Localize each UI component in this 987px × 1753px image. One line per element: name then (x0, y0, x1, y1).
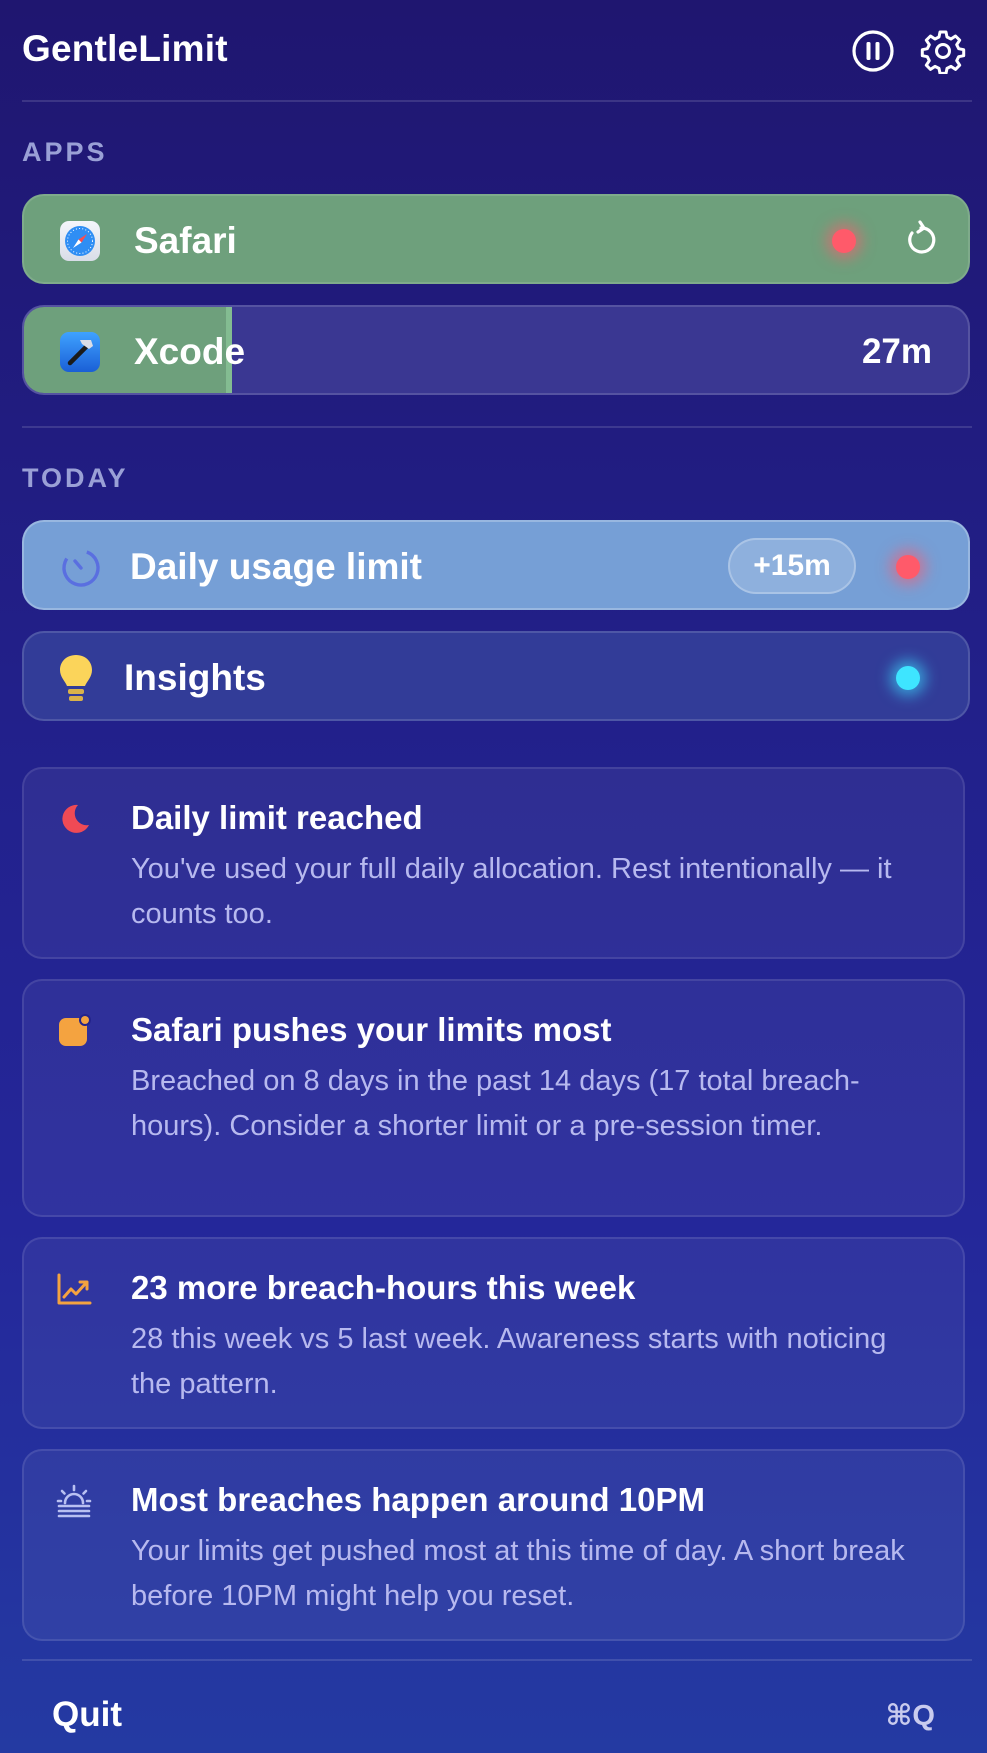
today-section-label: TODAY (22, 463, 129, 493)
daily-limit-label: Daily usage limit (130, 546, 422, 587)
divider (22, 426, 972, 428)
extend-limit-button[interactable]: +15m (728, 538, 856, 594)
insight-body: 28 this week vs 5 last week. Awareness s… (131, 1323, 887, 1400)
settings-button[interactable] (920, 28, 966, 74)
insights-row[interactable]: Insights (22, 631, 970, 721)
insights-status-dot (896, 666, 920, 690)
app-title: GentleLimit (22, 28, 228, 69)
pause-button[interactable] (850, 28, 896, 74)
insight-title: Most breaches happen around 10PM (131, 1481, 705, 1518)
insight-card: Daily limit reached You've used your ful… (22, 767, 965, 959)
insight-title: Daily limit reached (131, 799, 423, 836)
app-row-safari[interactable]: Safari (22, 194, 970, 284)
insight-card: 23 more breach-hours this week 28 this w… (22, 1237, 965, 1429)
insight-body: You've used your full daily allocation. … (131, 853, 892, 930)
moon-icon (56, 801, 92, 837)
insight-card: Safari pushes your limits most Breached … (22, 979, 965, 1217)
app-name: Safari (134, 220, 237, 261)
gear-icon (920, 30, 966, 74)
app-time-remaining: 27m (861, 332, 932, 371)
timer-icon (60, 547, 102, 589)
reset-icon (908, 220, 936, 254)
apps-section-label: APPS (22, 137, 108, 167)
app-name: Xcode (134, 331, 246, 372)
trend-up-icon (56, 1271, 92, 1307)
sunset-icon (56, 1483, 92, 1519)
safari-icon (60, 221, 100, 261)
quit-button[interactable]: Quit (52, 1695, 122, 1735)
divider (22, 1659, 972, 1661)
limit-status-dot (896, 555, 920, 579)
insights-label: Insights (124, 657, 266, 698)
insight-card: Most breaches happen around 10PM Your li… (22, 1449, 965, 1641)
lightbulb-icon (58, 653, 94, 705)
pause-icon (852, 30, 894, 72)
header: GentleLimit (0, 0, 987, 100)
insight-body: Your limits get pushed most at this time… (131, 1535, 905, 1612)
daily-usage-limit-row[interactable]: Daily usage limit +15m (22, 520, 970, 610)
insight-body: Breached on 8 days in the past 14 days (… (131, 1065, 860, 1142)
app-badge-icon (56, 1013, 92, 1049)
app-row-xcode[interactable]: Xcode 27m (22, 305, 970, 395)
quit-shortcut: ⌘Q (885, 1700, 935, 1732)
insight-title: Safari pushes your limits most (131, 1011, 612, 1048)
divider (22, 100, 972, 102)
xcode-icon (60, 332, 100, 372)
insight-title: 23 more breach-hours this week (131, 1269, 636, 1306)
reset-button[interactable] (900, 219, 942, 261)
limit-status-dot (832, 229, 856, 253)
